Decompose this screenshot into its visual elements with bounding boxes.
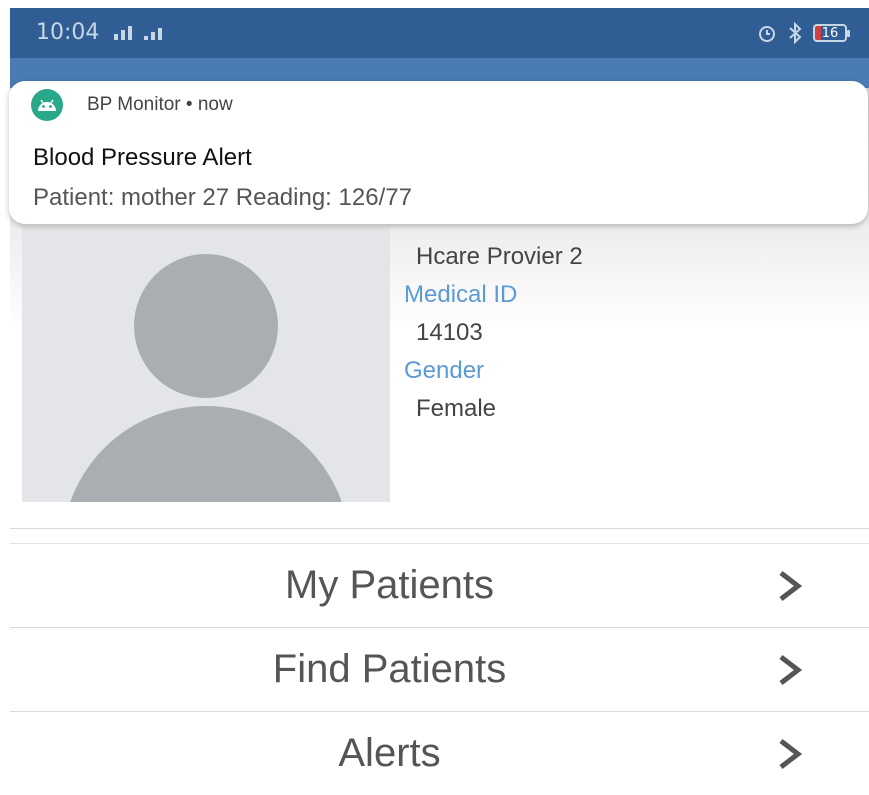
- battery-icon: 16: [813, 24, 850, 42]
- avatar: [22, 226, 390, 502]
- notification-time: now: [197, 94, 233, 115]
- android-icon: [31, 89, 63, 121]
- bluetooth-icon: [789, 22, 802, 44]
- menu-item-alerts[interactable]: Alerts: [10, 712, 869, 795]
- alarm-icon: [759, 26, 775, 42]
- medical-id-value: 14103: [416, 319, 483, 346]
- chevron-right-icon: [779, 655, 803, 685]
- notification-title: Blood Pressure Alert: [33, 144, 252, 171]
- menu-item-label: My Patients: [285, 563, 494, 607]
- menu-item-label: Alerts: [338, 731, 441, 775]
- notification-app-name: BP Monitor: [87, 94, 181, 115]
- notification-card[interactable]: BP Monitor • now Blood Pressure Alert Pa…: [9, 81, 868, 224]
- provider-name: Hcare Provier 2: [416, 243, 583, 270]
- main-menu: My Patients Find Patients Alerts: [10, 544, 869, 795]
- signal-icon: [114, 26, 162, 40]
- notification-body: Patient: mother 27 Reading: 126/77: [33, 184, 412, 211]
- chevron-right-icon: [779, 571, 803, 601]
- menu-item-label: Find Patients: [272, 647, 507, 691]
- gender-value: Female: [416, 395, 497, 422]
- avatar-head: [134, 254, 278, 398]
- notification-separator: •: [185, 94, 193, 115]
- gender-label: Gender: [404, 357, 485, 384]
- status-bar: 10:04 16: [10, 8, 869, 58]
- status-icons: 16: [757, 22, 850, 44]
- medical-id-label: Medical ID: [404, 281, 518, 308]
- menu-item-my-patients[interactable]: My Patients: [10, 544, 869, 628]
- status-time: 10:04: [36, 20, 100, 45]
- menu-item-find-patients[interactable]: Find Patients: [10, 628, 869, 712]
- notification-header: BP Monitor • now: [87, 94, 233, 116]
- chevron-right-icon: [779, 739, 803, 769]
- avatar-body: [62, 406, 350, 502]
- profile-info: Hcare Provier 2 Medical ID 14103 Gender …: [402, 238, 583, 428]
